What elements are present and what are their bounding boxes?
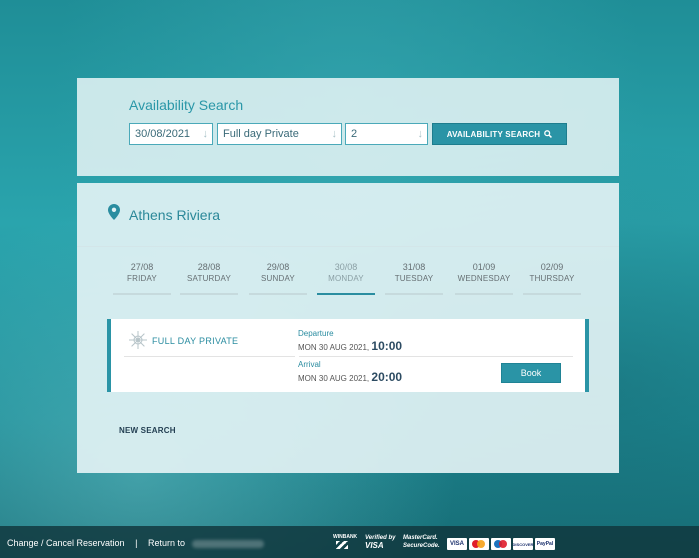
departure-time: 10:00	[371, 339, 403, 353]
day-date: 01/09	[472, 262, 496, 272]
paypal-badge-text: PayPal	[536, 541, 554, 547]
location-name: Athens Riviera	[129, 207, 221, 223]
day-weekday: SATURDAY	[187, 274, 231, 283]
day-weekday: MONDAY	[328, 274, 364, 283]
search-title: Availability Search	[129, 97, 244, 113]
arrow-down-icon: ↓	[417, 128, 424, 140]
day-weekday: FRIDAY	[127, 274, 157, 283]
day-underline	[180, 293, 238, 295]
arrival-value: MON 30 AUG 2021, 20:00	[298, 370, 402, 384]
day-selector: 27/08 FRIDAY 28/08 SATURDAY 29/08 SUNDAY…	[77, 261, 619, 301]
arrival-date: MON 30 AUG 2021,	[298, 374, 370, 383]
ship-wheel-icon	[129, 331, 147, 349]
mastercard-icon	[472, 540, 486, 548]
day-date: 30/08	[334, 262, 358, 272]
discover-badge-text: DISCOVER	[512, 541, 534, 547]
day-underline	[113, 293, 171, 295]
verified-by-visa-logo: Verified by VISA	[365, 534, 395, 550]
day-tab-02-09[interactable]: 02/09 THURSDAY	[521, 261, 583, 295]
mastercard-badge	[469, 538, 489, 550]
day-underline	[249, 293, 307, 295]
visa-badge-text: VISA	[449, 541, 464, 547]
day-date: 29/08	[266, 262, 290, 272]
arrow-down-icon: ↓	[331, 128, 338, 140]
search-icon	[544, 130, 553, 138]
visa-badge: VISA	[447, 538, 467, 550]
footer-bar: Change / Cancel Reservation | Return to …	[0, 526, 699, 558]
tour-type-select-value: Full day Private	[223, 128, 299, 140]
day-tab-01-09[interactable]: 01/09 WEDNESDAY	[453, 261, 515, 295]
winbank-logo: WINBANK	[333, 534, 358, 540]
day-underline	[523, 293, 581, 295]
arrival-label: Arrival	[298, 360, 321, 369]
day-underline-active	[317, 293, 375, 295]
date-select-value: 30/08/2021	[135, 128, 191, 140]
arrow-down-icon: ↓	[202, 128, 209, 140]
day-tab-29-08[interactable]: 29/08 SUNDAY	[247, 261, 309, 295]
maestro-icon	[494, 540, 508, 548]
results-panel: Athens Riviera 27/08 FRIDAY 28/08 SATURD…	[77, 183, 619, 473]
tour-result-card: FULL DAY PRIVATE Departure MON 30 AUG 20…	[107, 319, 589, 392]
tour-name: FULL DAY PRIVATE	[152, 336, 239, 346]
departure-value: MON 30 AUG 2021, 10:00	[298, 339, 402, 353]
day-weekday: TUESDAY	[394, 274, 434, 283]
arrival-time: 20:00	[371, 370, 403, 384]
day-weekday: SUNDAY	[261, 274, 295, 283]
day-weekday: THURSDAY	[529, 274, 575, 283]
departure-date: MON 30 AUG 2021,	[298, 343, 370, 352]
day-tab-30-08[interactable]: 30/08 MONDAY	[315, 261, 377, 295]
day-weekday: WEDNESDAY	[457, 274, 511, 283]
return-to-label: Return to	[147, 538, 185, 548]
footer-links: Change / Cancel Reservation | Return to	[7, 538, 264, 548]
new-search-link[interactable]: NEW SEARCH	[119, 426, 176, 435]
day-date: 28/08	[197, 262, 221, 272]
departure-label: Departure	[298, 329, 334, 338]
winbank-mark-icon	[336, 541, 348, 549]
passengers-select-value: 2	[351, 128, 358, 140]
return-to-link[interactable]: Return to	[148, 538, 264, 548]
mastercard-securecode-logo: MasterCard. SecureCode.	[403, 534, 440, 550]
map-pin-icon	[108, 204, 120, 220]
day-tab-31-08[interactable]: 31/08 TUESDAY	[383, 261, 445, 295]
paypal-badge: PayPal	[535, 538, 555, 550]
change-cancel-reservation-link[interactable]: Change / Cancel Reservation	[7, 538, 125, 548]
day-underline	[385, 293, 443, 295]
availability-search-button-label: AVAILABILITY SEARCH	[446, 129, 541, 139]
blurred-site-link	[191, 539, 264, 548]
book-button[interactable]: Book	[501, 363, 561, 383]
mc-line2: SecureCode.	[403, 543, 440, 549]
divider	[299, 356, 573, 357]
location-header: Athens Riviera	[77, 183, 619, 247]
footer-separator: |	[135, 538, 138, 548]
tour-type-select[interactable]: Full day Private ↓	[217, 123, 342, 145]
passengers-select[interactable]: 2 ↓	[345, 123, 428, 145]
availability-search-button[interactable]: AVAILABILITY SEARCH	[432, 123, 567, 145]
discover-badge: DISCOVER	[513, 538, 533, 550]
mc-line1: MasterCard.	[403, 535, 438, 541]
day-underline	[455, 293, 513, 295]
availability-search-panel: Availability Search 30/08/2021 ↓ Full da…	[77, 78, 619, 176]
day-tab-27-08[interactable]: 27/08 FRIDAY	[111, 261, 173, 295]
divider	[124, 356, 295, 357]
date-select[interactable]: 30/08/2021 ↓	[129, 123, 213, 145]
day-date: 02/09	[540, 262, 564, 272]
vbv-line2: VISA	[365, 541, 384, 550]
day-date: 31/08	[402, 262, 426, 272]
maestro-badge	[491, 538, 511, 550]
day-tab-28-08[interactable]: 28/08 SATURDAY	[178, 261, 240, 295]
day-date: 27/08	[130, 262, 154, 272]
